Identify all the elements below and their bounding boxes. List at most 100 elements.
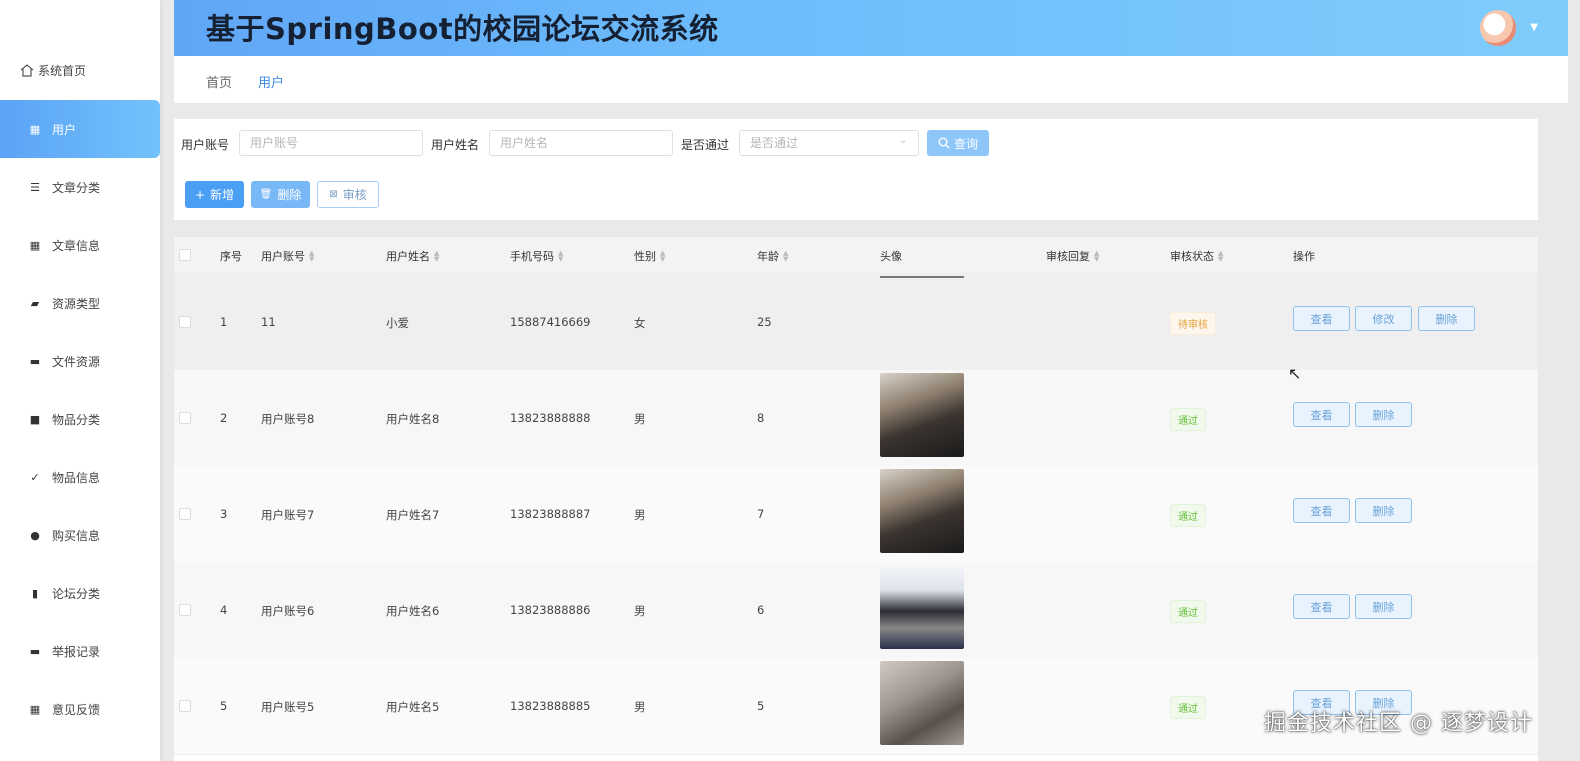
select-all-checkbox[interactable] — [179, 249, 191, 261]
delete-row-button[interactable]: 删除 — [1418, 306, 1475, 331]
sidebar-item-file-resource[interactable]: ▬ 文件资源 — [0, 332, 160, 390]
monitor-icon: ▬ — [29, 354, 41, 368]
sidebar-item-article-info[interactable]: ▦ 文章信息 — [0, 216, 160, 274]
row-checkbox[interactable] — [179, 412, 191, 424]
status-badge: 通过 — [1170, 696, 1206, 719]
col-phone[interactable]: 手机号码 ▲ ▼ — [510, 248, 563, 264]
cell-account: 11 — [261, 315, 276, 329]
top-header: 基于SpringBoot的校园论坛交流系统 ▼ — [174, 0, 1568, 56]
avatar-image — [880, 469, 964, 553]
add-label: 新增 — [210, 188, 235, 202]
col-label: 性别 — [634, 250, 656, 263]
sidebar-item-users[interactable]: ▦ 用户 — [0, 100, 160, 158]
sidebar-item-forum-category[interactable]: ▮ 论坛分类 — [0, 564, 160, 622]
col-label: 年龄 — [757, 250, 779, 263]
view-button[interactable]: 查看 — [1293, 306, 1350, 331]
sidebar-item-article-category[interactable]: ☰ 文章分类 — [0, 158, 160, 216]
cell-index: 2 — [220, 411, 228, 425]
delete-row-button[interactable]: 删除 — [1355, 594, 1412, 619]
cell-age: 6 — [757, 603, 765, 617]
breadcrumb-home[interactable]: 首页 — [206, 72, 232, 91]
view-button[interactable]: 查看 — [1293, 402, 1350, 427]
sidebar-item-report-record[interactable]: ▬ 举报记录 — [0, 622, 160, 680]
row-checkbox[interactable] — [179, 508, 191, 520]
col-name[interactable]: 用户姓名 ▲ ▼ — [386, 248, 439, 264]
sidebar-item-label: 物品信息 — [52, 470, 101, 485]
delete-label: 删除 — [277, 188, 302, 202]
sidebar-home-label: 系统首页 — [38, 64, 87, 78]
avatar[interactable] — [1480, 10, 1516, 46]
filter-panel: 用户账号 用户姓名 是否通过 ⌄ 查询 + 新增 🗑 删除 ⊠ 审核 — [174, 119, 1538, 220]
view-button[interactable]: 查看 — [1293, 498, 1350, 523]
cell-phone: 13823888888 — [510, 411, 591, 425]
user-table: 序号 用户账号 ▲ ▼ 用户姓名 ▲ ▼ 手机号码 ▲ ▼ 性别 ▲ ▼ 年龄 ▲ ▼ 头像 审核回… — [174, 237, 1538, 761]
sort-icon[interactable]: ▲ ▼ — [1094, 250, 1099, 263]
add-button[interactable]: + 新增 — [185, 181, 244, 208]
delete-row-button[interactable]: 删除 — [1355, 402, 1412, 427]
col-label: 手机号码 — [510, 250, 554, 263]
col-age[interactable]: 年龄 ▲ ▼ — [757, 248, 788, 264]
cell-account: 用户账号5 — [261, 700, 315, 714]
sort-icon[interactable]: ▲ ▼ — [309, 250, 314, 263]
cell-index: 5 — [220, 699, 228, 713]
row-checkbox[interactable] — [179, 700, 191, 712]
table-row: 3 用户账号7 用户姓名7 13823888887 男 7 通过 查看 删除 — [174, 466, 1538, 563]
audit-button[interactable]: ⊠ 审核 — [317, 181, 379, 208]
pass-label: 是否通过 — [681, 138, 730, 152]
col-index: 序号 — [220, 248, 242, 264]
home-icon — [20, 64, 34, 77]
sort-icon[interactable]: ▲ ▼ — [434, 250, 439, 263]
status-badge: 通过 — [1170, 600, 1206, 623]
query-label: 查询 — [953, 136, 978, 151]
pass-select[interactable] — [739, 130, 919, 156]
cell-age: 25 — [757, 315, 772, 329]
sidebar-item-resource-type[interactable]: ▰ 资源类型 — [0, 274, 160, 332]
sort-icon[interactable]: ▲ ▼ — [558, 250, 563, 263]
sidebar-item-goods-category[interactable]: ■ 物品分类 — [0, 390, 160, 448]
row-checkbox[interactable] — [179, 316, 191, 328]
col-label: 审核状态 — [1170, 250, 1214, 263]
col-status[interactable]: 审核状态 ▲ ▼ — [1170, 248, 1223, 264]
sort-icon[interactable]: ▲ ▼ — [1218, 250, 1223, 263]
query-button[interactable]: 查询 — [927, 130, 989, 156]
status-badge: 通过 — [1170, 504, 1206, 527]
account-input[interactable] — [239, 130, 423, 156]
sort-icon[interactable]: ▲ ▼ — [783, 250, 788, 263]
sidebar-item-goods-info[interactable]: ✓ 物品信息 — [0, 448, 160, 506]
cell-phone: 15887416669 — [510, 315, 591, 329]
cell-account: 用户账号7 — [261, 508, 315, 522]
cell-gender: 男 — [634, 604, 646, 618]
mouse-cursor-icon: ↖ — [1288, 364, 1302, 383]
cell-index: 4 — [220, 603, 228, 617]
cell-gender: 女 — [634, 316, 646, 330]
app-title: 基于SpringBoot的校园论坛交流系统 — [206, 12, 719, 46]
sort-icon[interactable]: ▲ ▼ — [660, 250, 665, 263]
cell-gender: 男 — [634, 508, 646, 522]
sidebar-item-purchase-info[interactable]: ● 购买信息 — [0, 506, 160, 564]
wallet-icon: ▰ — [30, 296, 40, 310]
sidebar-home[interactable]: 系统首页 — [20, 62, 86, 79]
name-input[interactable] — [489, 130, 673, 156]
cell-gender: 男 — [634, 700, 646, 714]
avatar-image — [880, 373, 964, 457]
col-avatar: 头像 — [880, 248, 902, 264]
cell-name: 小爱 — [386, 316, 409, 330]
sidebar-item-feedback[interactable]: ▦ 意见反馈 — [0, 680, 160, 738]
sidebar-item-label: 论坛分类 — [52, 586, 101, 601]
cell-index: 1 — [220, 315, 228, 329]
document-icon: ⊠ — [329, 189, 338, 200]
col-actions: 操作 — [1293, 248, 1315, 264]
edit-button[interactable]: 修改 — [1355, 306, 1412, 331]
delete-row-button[interactable]: 删除 — [1355, 498, 1412, 523]
status-badge: 通过 — [1170, 408, 1206, 431]
delete-button[interactable]: 🗑 删除 — [251, 181, 310, 208]
col-account[interactable]: 用户账号 ▲ ▼ — [261, 248, 314, 264]
col-label: 审核回复 — [1046, 250, 1090, 263]
row-checkbox[interactable] — [179, 604, 191, 616]
view-button[interactable]: 查看 — [1293, 594, 1350, 619]
chevron-down-icon[interactable]: ▼ — [1530, 22, 1538, 33]
avatar-image-clipped — [880, 276, 964, 278]
col-reply[interactable]: 审核回复 ▲ ▼ — [1046, 248, 1099, 264]
col-gender[interactable]: 性别 ▲ ▼ — [634, 248, 665, 264]
cell-account: 用户账号6 — [261, 604, 315, 618]
